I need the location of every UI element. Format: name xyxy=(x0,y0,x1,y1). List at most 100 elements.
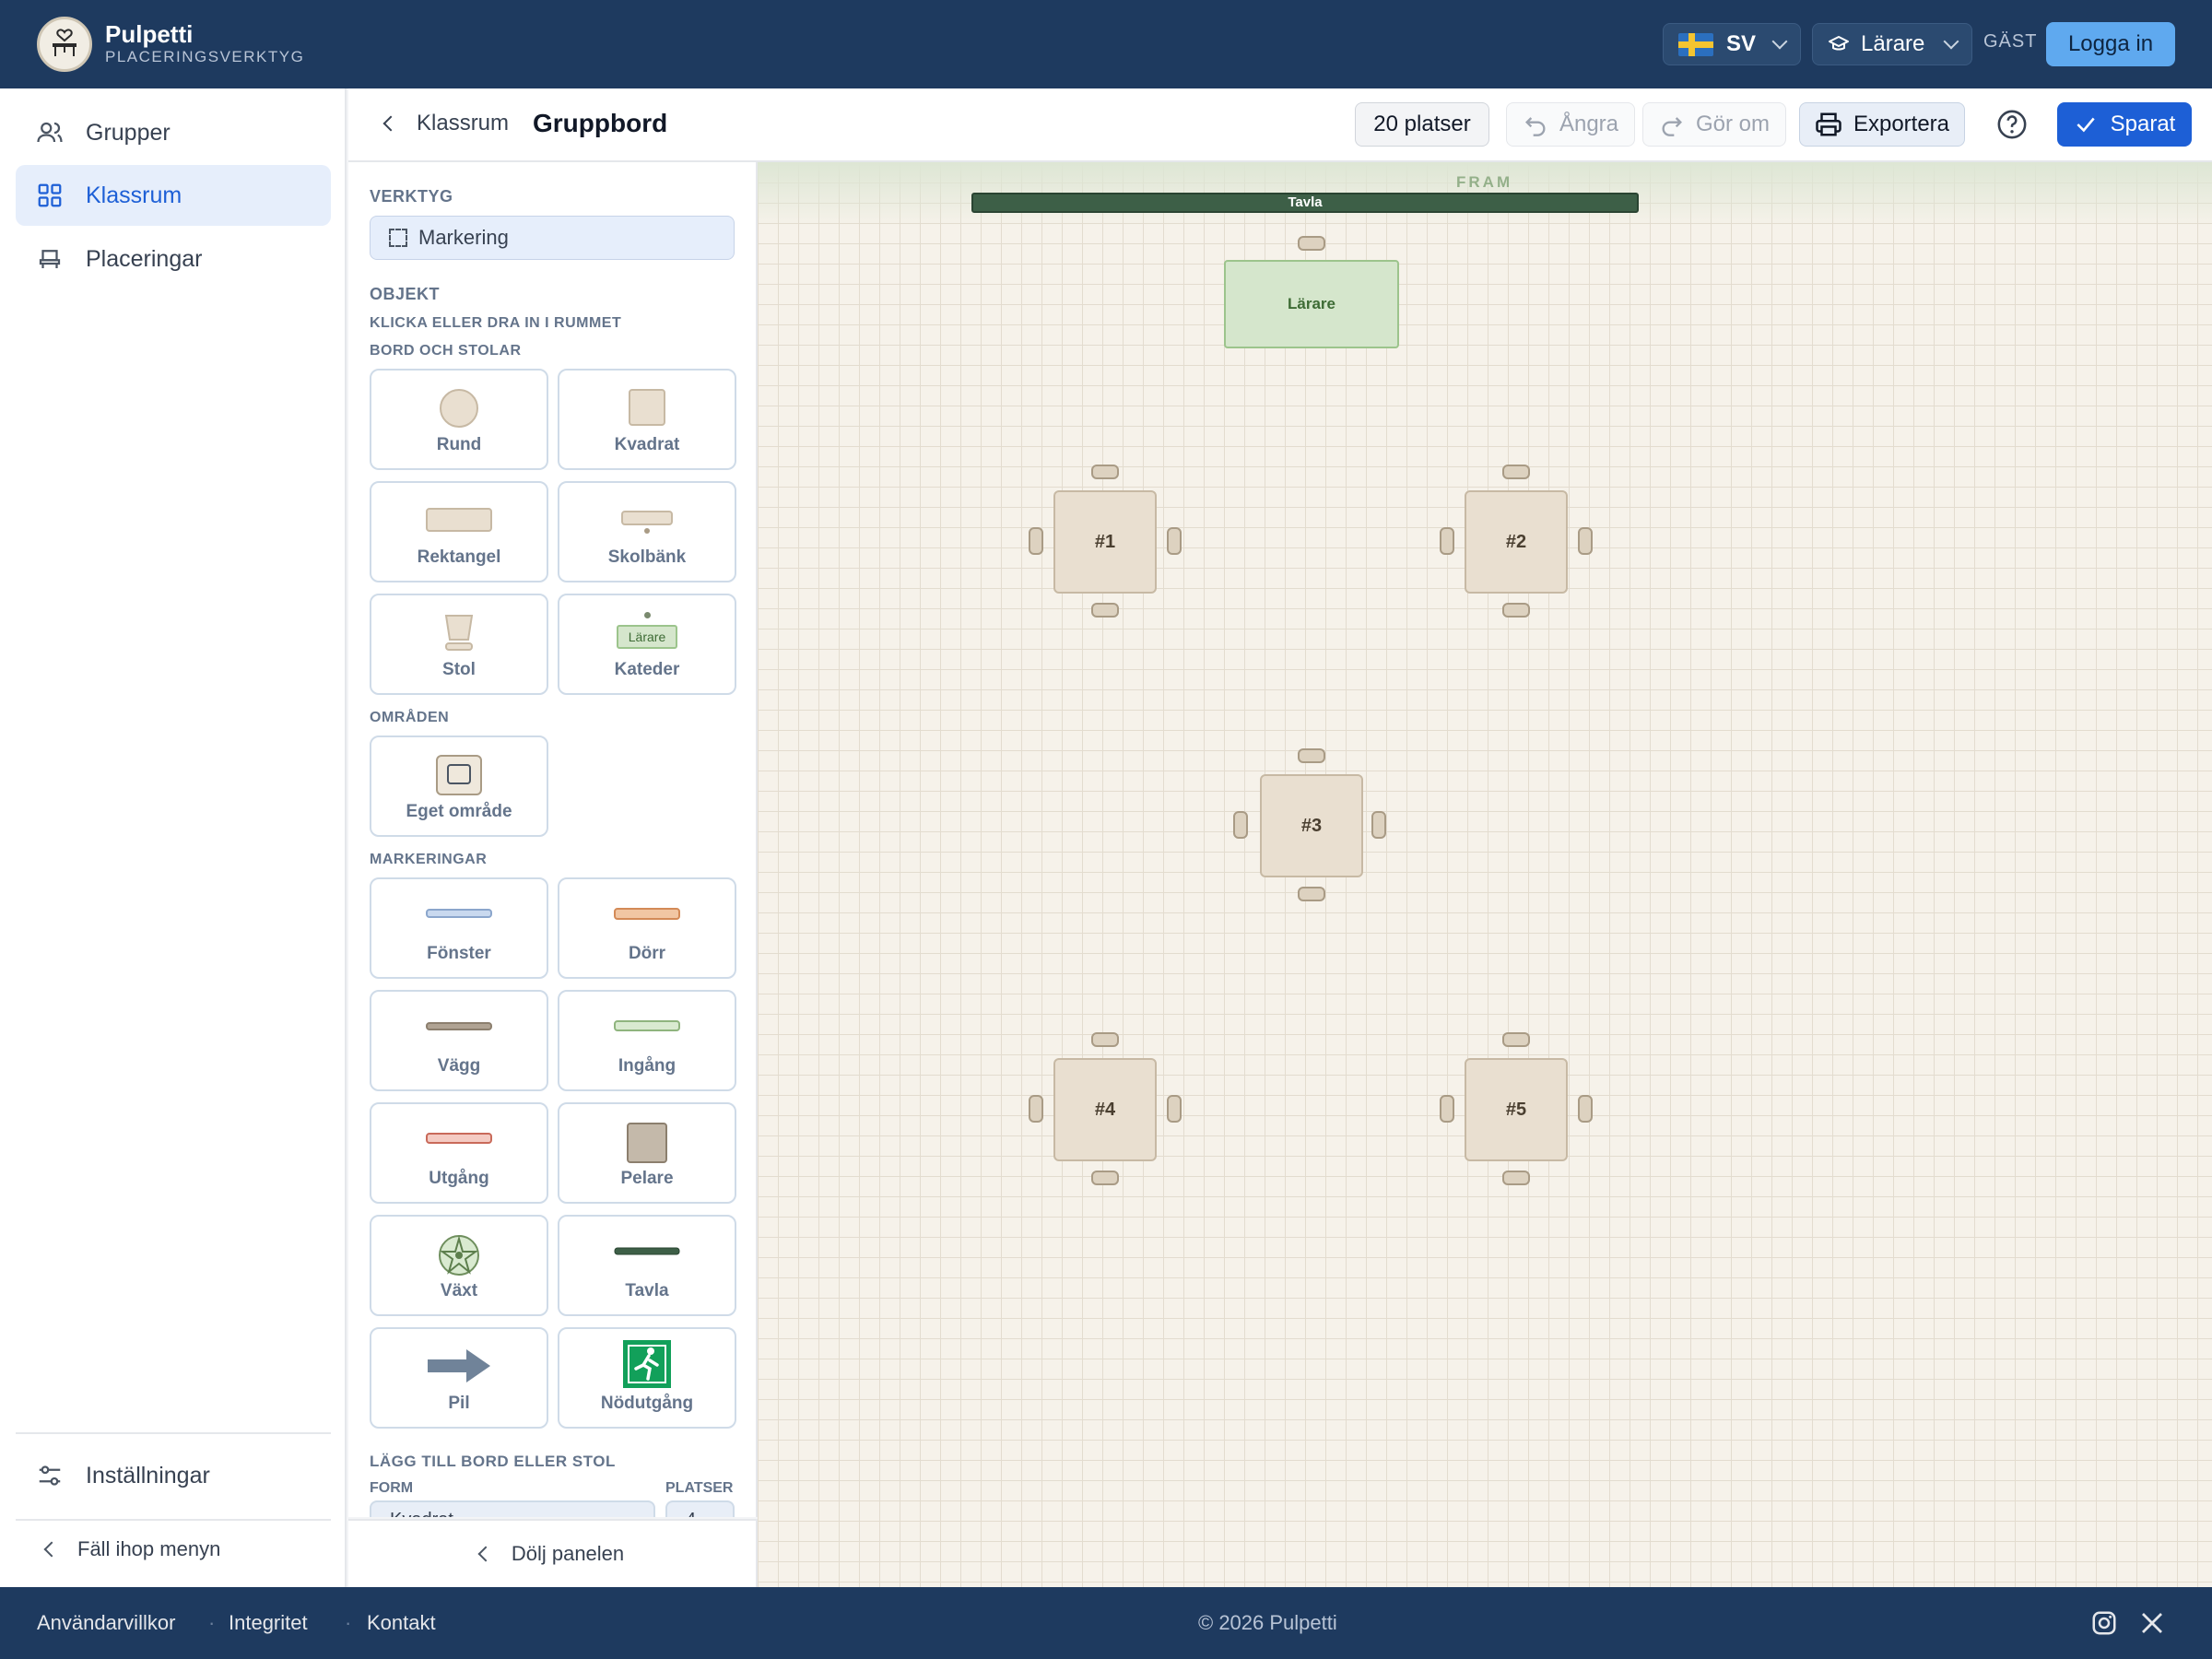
tile-school-desk[interactable]: Skolbänk xyxy=(558,481,736,582)
group-table-4[interactable]: #4 xyxy=(1053,1058,1157,1161)
x-icon[interactable] xyxy=(2138,1609,2166,1637)
tile-wall[interactable]: Vägg xyxy=(370,990,548,1091)
hide-panel-button[interactable]: Dölj panelen xyxy=(348,1519,758,1587)
saved-button[interactable]: Sparat xyxy=(2057,102,2192,147)
help-icon[interactable] xyxy=(1996,109,2028,140)
tile-label: Pelare xyxy=(620,1169,674,1188)
chair[interactable] xyxy=(1167,1095,1182,1123)
undo-icon xyxy=(1524,117,1546,136)
tile-exit[interactable]: Utgång xyxy=(370,1102,548,1204)
tools-panel: VERKTYG Markering OBJEKT KLICKA ELLER DR… xyxy=(348,162,758,1517)
tile-chair[interactable]: Stol xyxy=(370,594,548,695)
sidebar-item-label: Placeringar xyxy=(86,245,203,272)
selection-icon xyxy=(389,229,407,247)
chair[interactable] xyxy=(1502,1032,1530,1047)
group-table-2[interactable]: #2 xyxy=(1465,490,1568,594)
tile-rectangle-table[interactable]: Rektangel xyxy=(370,481,548,582)
tile-door[interactable]: Dörr xyxy=(558,877,736,979)
privacy-link[interactable]: Integritet xyxy=(229,1611,308,1635)
export-label: Exportera xyxy=(1853,112,1950,136)
chair[interactable] xyxy=(1091,603,1119,618)
chair[interactable] xyxy=(1578,527,1593,555)
contact-link[interactable]: Kontakt xyxy=(367,1611,436,1635)
tile-teacher-desk[interactable]: Lärare Kateder xyxy=(558,594,736,695)
back-to-classrooms-link[interactable]: Klassrum xyxy=(382,111,509,136)
tile-round-table[interactable]: Rund xyxy=(370,369,548,470)
tools-heading: VERKTYG xyxy=(370,187,453,206)
tile-square-table[interactable]: Kvadrat xyxy=(558,369,736,470)
form-select[interactable]: Kvadrat xyxy=(370,1500,655,1517)
chair[interactable] xyxy=(1029,527,1043,555)
sidebar-item-placeringar[interactable]: Placeringar xyxy=(16,229,331,289)
role-selector[interactable]: Lärare xyxy=(1812,23,1972,65)
brand-subtitle: PLACERINGSVERKTYG xyxy=(105,48,305,65)
group-table-5[interactable]: #5 xyxy=(1465,1058,1568,1161)
instagram-icon[interactable] xyxy=(2090,1609,2118,1637)
tile-label: Rund xyxy=(436,435,482,454)
role-label: Lärare xyxy=(1861,31,1925,56)
tile-plant[interactable]: Växt xyxy=(370,1215,548,1316)
chair[interactable] xyxy=(1578,1095,1593,1123)
wall-icon xyxy=(426,1022,492,1030)
tile-window[interactable]: Fönster xyxy=(370,877,548,979)
areas-heading: OMRÅDEN xyxy=(370,710,450,725)
room-canvas[interactable]: FRAM Tavla Lärare #1 #2 #3 #4 #5 xyxy=(758,162,2212,1587)
teacher-desk[interactable]: Lärare xyxy=(1224,260,1399,348)
chair[interactable] xyxy=(1298,887,1325,901)
chair[interactable] xyxy=(1091,465,1119,479)
language-selector[interactable]: SV xyxy=(1663,23,1801,65)
objects-heading: OBJEKT xyxy=(370,285,441,303)
chair-icon xyxy=(444,615,474,651)
terms-link[interactable]: Användarvillkor xyxy=(37,1611,175,1635)
tile-label: Kateder xyxy=(614,660,680,679)
front-label: FRAM xyxy=(1456,173,1513,191)
login-button[interactable]: Logga in xyxy=(2046,22,2175,66)
redo-label: Gör om xyxy=(1695,112,1770,136)
chair[interactable] xyxy=(1440,1095,1454,1123)
chair[interactable] xyxy=(1298,748,1325,763)
sidebar-item-grupper[interactable]: Grupper xyxy=(16,102,331,163)
tile-board[interactable]: Tavla xyxy=(558,1215,736,1316)
printer-icon xyxy=(1816,112,1841,136)
sidebar-item-settings[interactable]: Inställningar xyxy=(16,1445,331,1506)
board-icon xyxy=(614,1247,680,1255)
marking-tool[interactable]: Markering xyxy=(370,216,735,260)
check-icon xyxy=(2077,117,2095,133)
chair[interactable] xyxy=(1440,527,1454,555)
chair[interactable] xyxy=(1371,811,1386,839)
tile-label: Vägg xyxy=(437,1056,481,1076)
sidebar: Grupper Klassrum Placeringar Inställning… xyxy=(0,88,347,1587)
teacher-chair[interactable] xyxy=(1298,236,1325,251)
chair[interactable] xyxy=(1167,527,1182,555)
guest-label: GÄST xyxy=(1983,31,2038,52)
seat-icon xyxy=(39,250,61,268)
chair[interactable] xyxy=(1502,465,1530,479)
chair[interactable] xyxy=(1029,1095,1043,1123)
group-table-3[interactable]: #3 xyxy=(1260,774,1363,877)
chair[interactable] xyxy=(1502,1171,1530,1185)
whiteboard[interactable]: Tavla xyxy=(971,193,1639,213)
redo-button[interactable]: Gör om xyxy=(1642,102,1786,147)
tile-pillar[interactable]: Pelare xyxy=(558,1102,736,1204)
group-table-1[interactable]: #1 xyxy=(1053,490,1157,594)
seats-input[interactable]: 4 xyxy=(665,1500,735,1517)
chair[interactable] xyxy=(1091,1032,1119,1047)
tile-emergency-exit[interactable]: Nödutgång xyxy=(558,1327,736,1429)
top-header: Pulpetti PLACERINGSVERKTYG SV Lärare GÄS… xyxy=(0,0,2212,88)
collapse-menu-button[interactable]: Fäll ihop menyn xyxy=(43,1537,221,1561)
undo-button[interactable]: Ångra xyxy=(1506,102,1635,147)
collapse-menu-label: Fäll ihop menyn xyxy=(77,1537,221,1560)
export-button[interactable]: Exportera xyxy=(1799,102,1965,147)
tile-custom-area[interactable]: Eget område xyxy=(370,735,548,837)
square-table-icon xyxy=(629,389,665,426)
sidebar-item-klassrum[interactable]: Klassrum xyxy=(16,165,331,226)
sidebar-item-label: Grupper xyxy=(86,119,171,146)
tile-entrance[interactable]: Ingång xyxy=(558,990,736,1091)
chair[interactable] xyxy=(1502,603,1530,618)
tile-arrow[interactable]: Pil xyxy=(370,1327,548,1429)
grid-icon xyxy=(38,183,62,207)
tile-label: Utgång xyxy=(429,1169,489,1188)
pulpetti-logo[interactable] xyxy=(37,17,92,72)
chair[interactable] xyxy=(1233,811,1248,839)
chair[interactable] xyxy=(1091,1171,1119,1185)
